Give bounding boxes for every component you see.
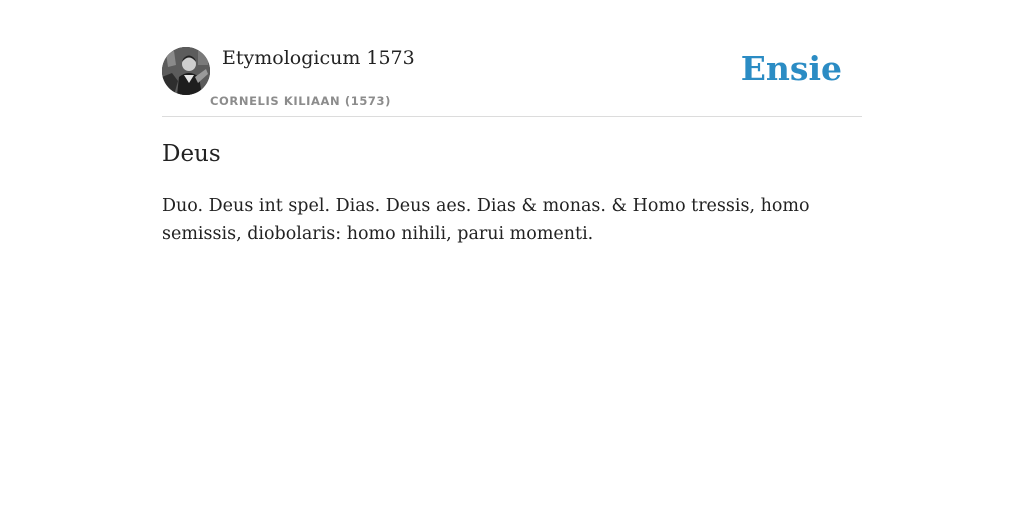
avatar[interactable] [162,47,210,95]
ensie-logo[interactable]: Ensie [741,49,842,89]
portrait-icon [162,47,210,95]
dictionary-header: Etymologicum 1573 CORNELIS KILIAAN (1573… [162,0,862,117]
entry-headword: Deus [162,141,221,167]
page-container: Etymologicum 1573 CORNELIS KILIAAN (1573… [162,0,862,244]
entry-definition: Duo. Deus int spel. Dias. Deus aes. Dias… [162,196,810,244]
dictionary-author[interactable]: CORNELIS KILIAAN (1573) [210,94,391,108]
dictionary-title[interactable]: Etymologicum 1573 [222,45,415,71]
